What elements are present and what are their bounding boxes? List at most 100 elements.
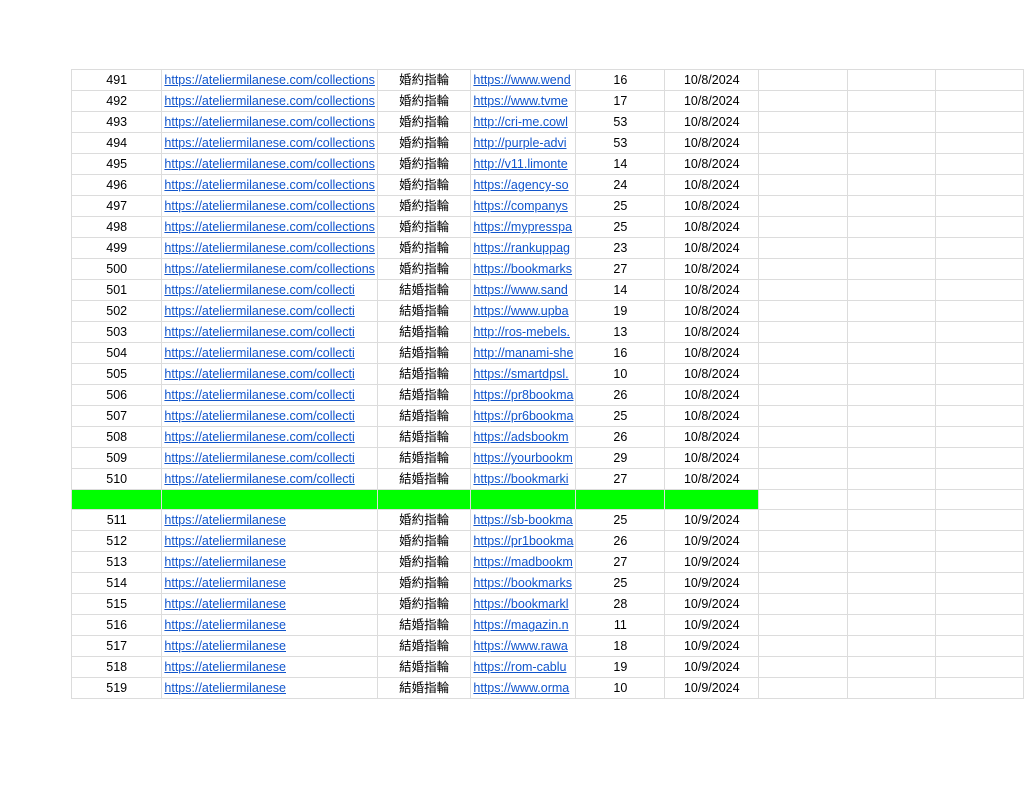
empty-cell[interactable] (846, 300, 936, 322)
empty-cell[interactable] (934, 279, 1024, 301)
target-url-link[interactable]: https://ateliermilanese (164, 639, 286, 653)
target-url-cell[interactable]: https://ateliermilanese (161, 635, 378, 658)
empty-cell[interactable] (758, 656, 848, 679)
keyword-cell[interactable]: 婚約指輪 (376, 593, 472, 616)
target-url-link[interactable]: https://ateliermilanese.com/collections (164, 73, 375, 87)
empty-cell[interactable] (758, 90, 848, 112)
backlink-url-link[interactable]: https://www.sand (473, 283, 568, 297)
target-url-cell[interactable]: https://ateliermilanese (161, 509, 378, 532)
row-number-cell[interactable]: 519 (70, 677, 163, 700)
date-cell[interactable]: 10/8/2024 (664, 216, 760, 238)
count-cell[interactable]: 27 (575, 258, 666, 280)
backlink-url-link[interactable]: https://agency-so (473, 178, 568, 192)
backlink-url-cell[interactable]: http://v11.limonte (470, 153, 577, 175)
backlink-url-link[interactable]: http://purple-advi (473, 136, 566, 150)
date-cell[interactable]: 10/9/2024 (664, 677, 760, 700)
backlink-url-link[interactable]: https://madbookm (473, 555, 572, 569)
keyword-cell[interactable]: 婚約指輪 (376, 258, 472, 280)
empty-cell[interactable] (846, 216, 936, 238)
empty-cell[interactable] (934, 216, 1024, 238)
empty-cell[interactable] (758, 551, 848, 574)
row-number-cell[interactable]: 497 (70, 195, 163, 217)
separator-cell[interactable] (934, 488, 1024, 511)
empty-cell[interactable] (846, 132, 936, 154)
backlink-url-cell[interactable]: https://bookmarks (470, 258, 577, 280)
target-url-cell[interactable]: https://ateliermilanese.com/collecti (161, 342, 378, 364)
date-cell[interactable]: 10/8/2024 (664, 342, 760, 364)
row-number-cell[interactable]: 504 (70, 342, 163, 364)
keyword-cell[interactable]: 婚約指輪 (376, 90, 472, 112)
backlink-url-link[interactable]: http://manami-she (473, 346, 573, 360)
backlink-url-link[interactable]: https://yourbookm (473, 451, 572, 465)
empty-cell[interactable] (846, 258, 936, 280)
separator-cell[interactable] (575, 488, 666, 511)
keyword-cell[interactable]: 結婚指輪 (376, 342, 472, 364)
count-cell[interactable]: 19 (575, 300, 666, 322)
target-url-cell[interactable]: https://ateliermilanese.com/collecti (161, 405, 378, 427)
count-cell[interactable]: 10 (575, 677, 666, 700)
empty-cell[interactable] (758, 258, 848, 280)
empty-cell[interactable] (934, 593, 1024, 616)
keyword-cell[interactable]: 婚約指輪 (376, 216, 472, 238)
row-number-cell[interactable]: 509 (70, 447, 163, 469)
empty-cell[interactable] (934, 174, 1024, 196)
empty-cell[interactable] (934, 153, 1024, 175)
target-url-cell[interactable]: https://ateliermilanese.com/collecti (161, 426, 378, 448)
row-number-cell[interactable]: 511 (70, 509, 163, 532)
target-url-link[interactable]: https://ateliermilanese.com/collecti (164, 388, 354, 402)
keyword-cell[interactable]: 結婚指輪 (376, 405, 472, 427)
target-url-link[interactable]: https://ateliermilanese.com/collecti (164, 325, 354, 339)
target-url-cell[interactable]: https://ateliermilanese (161, 551, 378, 574)
date-cell[interactable]: 10/8/2024 (664, 405, 760, 427)
count-cell[interactable]: 26 (575, 426, 666, 448)
target-url-cell[interactable]: https://ateliermilanese (161, 614, 378, 637)
empty-cell[interactable] (758, 321, 848, 343)
row-number-cell[interactable]: 512 (70, 530, 163, 553)
target-url-cell[interactable]: https://ateliermilanese.com/collections (161, 90, 378, 112)
backlink-url-link[interactable]: https://mypresspa (473, 220, 572, 234)
target-url-link[interactable]: https://ateliermilanese.com/collections (164, 157, 375, 171)
count-cell[interactable]: 10 (575, 363, 666, 385)
keyword-cell[interactable]: 結婚指輪 (376, 677, 472, 700)
empty-cell[interactable] (758, 635, 848, 658)
target-url-cell[interactable]: https://ateliermilanese (161, 572, 378, 595)
empty-cell[interactable] (934, 132, 1024, 154)
target-url-cell[interactable]: https://ateliermilanese.com/collecti (161, 279, 378, 301)
backlink-url-cell[interactable]: https://www.rawa (470, 635, 577, 658)
keyword-cell[interactable]: 結婚指輪 (376, 279, 472, 301)
count-cell[interactable]: 25 (575, 216, 666, 238)
empty-cell[interactable] (758, 216, 848, 238)
empty-cell[interactable] (758, 468, 848, 490)
date-cell[interactable]: 10/8/2024 (664, 111, 760, 133)
count-cell[interactable]: 53 (575, 111, 666, 133)
empty-cell[interactable] (758, 363, 848, 385)
backlink-url-link[interactable]: https://magazin.n (473, 618, 568, 632)
empty-cell[interactable] (846, 593, 936, 616)
count-cell[interactable]: 17 (575, 90, 666, 112)
empty-cell[interactable] (934, 614, 1024, 637)
keyword-cell[interactable]: 結婚指輪 (376, 468, 472, 490)
backlink-url-cell[interactable]: http://ros-mebels. (470, 321, 577, 343)
backlink-url-cell[interactable]: https://pr1bookma (470, 530, 577, 553)
empty-cell[interactable] (846, 153, 936, 175)
target-url-cell[interactable]: https://ateliermilanese.com/collecti (161, 468, 378, 490)
count-cell[interactable]: 19 (575, 656, 666, 679)
target-url-cell[interactable]: https://ateliermilanese.com/collecti (161, 300, 378, 322)
empty-cell[interactable] (846, 530, 936, 553)
row-number-cell[interactable]: 492 (70, 90, 163, 112)
backlink-url-link[interactable]: https://www.rawa (473, 639, 567, 653)
empty-cell[interactable] (846, 69, 936, 91)
empty-cell[interactable] (934, 342, 1024, 364)
backlink-url-link[interactable]: https://rom-cablu (473, 660, 566, 674)
backlink-url-cell[interactable]: https://smartdpsl. (470, 363, 577, 385)
count-cell[interactable]: 11 (575, 614, 666, 637)
target-url-link[interactable]: https://ateliermilanese.com/collections (164, 220, 375, 234)
backlink-url-cell[interactable]: https://www.upba (470, 300, 577, 322)
target-url-cell[interactable]: https://ateliermilanese.com/collections (161, 132, 378, 154)
date-cell[interactable]: 10/8/2024 (664, 195, 760, 217)
empty-cell[interactable] (846, 426, 936, 448)
count-cell[interactable]: 25 (575, 405, 666, 427)
empty-cell[interactable] (846, 405, 936, 427)
target-url-link[interactable]: https://ateliermilanese.com/collecti (164, 451, 354, 465)
target-url-link[interactable]: https://ateliermilanese (164, 513, 286, 527)
